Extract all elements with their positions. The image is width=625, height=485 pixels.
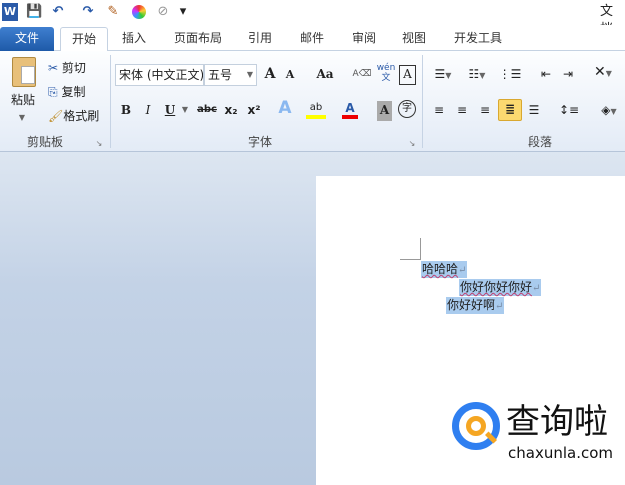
brush-icon: 🖌 (48, 109, 64, 123)
tab-view[interactable]: 视图 (394, 27, 434, 51)
tab-review[interactable]: 审阅 (344, 27, 384, 51)
character-border-button[interactable]: A (399, 65, 416, 85)
watermark-url: chaxunla.com (508, 444, 613, 462)
highlight-button[interactable]: ab (306, 99, 326, 119)
draw-icon[interactable]: ✎ (103, 3, 123, 21)
ribbon-tabs: 文件 开始 插入 页面布局 引用 邮件 审阅 视图 开发工具 (0, 25, 625, 52)
tab-references[interactable]: 引用 (240, 27, 280, 51)
margin-corner-mark (420, 238, 421, 260)
shading-button[interactable]: ◈▼ (596, 101, 622, 121)
eraser-icon[interactable]: ⊘ (155, 3, 171, 21)
customize-qat-icon[interactable]: ▾ (178, 3, 188, 21)
document-page[interactable]: 哈哈哈↵ 你好你好你好↵ 你好好啊↵ 查询啦 chaxunla.com (316, 176, 625, 485)
text-line[interactable]: 哈哈哈↵ (421, 261, 468, 278)
copy-label: 复制 (61, 85, 86, 99)
save-icon[interactable]: 💾 (26, 3, 42, 21)
bullets-button[interactable]: ☰▼ (430, 65, 456, 85)
group-label-font: 字体 (247, 135, 272, 149)
italic-button[interactable]: I (140, 101, 156, 121)
line-text: 你好你好你好 (460, 280, 533, 294)
pinyin-label: wén (376, 63, 396, 73)
tab-file[interactable]: 文件 (0, 27, 54, 51)
group-divider (110, 55, 111, 148)
tab-mailings[interactable]: 邮件 (292, 27, 332, 51)
change-case-button[interactable]: Aa (313, 65, 337, 85)
group-label-clipboard: 剪贴板 (26, 135, 63, 149)
pinyin-guide-button[interactable]: wén 文 (376, 63, 396, 83)
quick-access-toolbar: W 💾 ↶ ↷ ✎ ⊘ ▾ 文档 (0, 0, 625, 37)
line-spacing-button[interactable]: ↕≡ (556, 101, 582, 121)
font-name-value: 宋体 (中文正文) (119, 68, 204, 82)
align-right-button[interactable]: ≡ (476, 101, 494, 121)
line-text: 哈哈哈 (422, 262, 459, 276)
color-wheel-icon[interactable] (132, 5, 146, 19)
multilevel-list-button[interactable]: ⋮☰ (497, 65, 523, 85)
numbering-button[interactable]: ☷▼ (464, 65, 490, 85)
text-line[interactable]: 你好你好你好↵ (459, 279, 542, 296)
enclose-characters-button[interactable]: 字 (398, 100, 416, 118)
margin-corner-mark (400, 259, 421, 260)
tab-page-layout[interactable]: 页面布局 (166, 27, 230, 51)
watermark-logo-icon (452, 402, 500, 450)
decrease-indent-button[interactable]: ⇤ (537, 65, 555, 85)
font-size-value: 五号 (208, 68, 233, 82)
word-logo-icon[interactable]: W (2, 3, 18, 21)
chinese-layout-button[interactable]: ✕▼ (590, 63, 616, 83)
paste-button[interactable]: 粘贴 (8, 91, 38, 111)
align-center-button[interactable]: ≡ (453, 101, 471, 121)
distributed-button[interactable]: ☰ (525, 101, 543, 121)
tab-insert[interactable]: 插入 (112, 27, 156, 51)
scissors-icon: ✂ (48, 61, 59, 75)
text-effects-button[interactable]: A (276, 99, 294, 119)
underline-dropdown-icon[interactable]: ▼ (180, 101, 190, 121)
underline-button[interactable]: U (162, 101, 178, 121)
redo-icon[interactable]: ↷ (80, 3, 96, 21)
copy-icon: ⎘ (48, 85, 58, 99)
copy-button[interactable]: ⎘ 复制 (48, 83, 92, 103)
ribbon-home: 粘贴 ▼ ✂ 剪切 ⎘ 复制 🖌格式刷 剪贴板 ↘ 宋体 (中文正文) 五号 ▼ … (0, 51, 625, 152)
paste-dropdown-icon[interactable]: ▼ (16, 109, 28, 129)
text-line[interactable]: 你好好啊↵ (446, 297, 505, 314)
subscript-button[interactable]: x₂ (222, 101, 240, 121)
align-left-button[interactable]: ≡ (430, 101, 448, 121)
group-label-paragraph: 段落 (527, 135, 552, 149)
tab-home[interactable]: 开始 (60, 27, 108, 52)
shrink-font-button[interactable]: A (283, 66, 297, 86)
paste-icon[interactable] (12, 57, 36, 87)
format-painter-button[interactable]: 🖌格式刷 (48, 107, 106, 127)
bold-button[interactable]: B (118, 101, 134, 121)
format-painter-label: 格式刷 (63, 109, 100, 123)
window-title: 文档 (600, 4, 614, 37)
cut-label: 剪切 (61, 61, 86, 75)
cut-button[interactable]: ✂ 剪切 (48, 59, 92, 79)
font-size-combo[interactable]: 五号 ▼ (204, 64, 257, 86)
clear-format-button[interactable]: A⌫ (352, 65, 372, 85)
increase-indent-button[interactable]: ⇥ (559, 65, 577, 85)
undo-icon[interactable]: ↶ (48, 3, 68, 21)
group-divider (422, 55, 423, 148)
justify-button[interactable]: ≣ (498, 99, 522, 121)
font-color-button[interactable]: A (342, 99, 358, 119)
strikethrough-button[interactable]: abc (196, 101, 218, 121)
font-name-combo[interactable]: 宋体 (中文正文) (115, 64, 204, 86)
line-text: 你好好啊 (447, 298, 496, 312)
superscript-button[interactable]: x² (245, 101, 263, 121)
watermark-name: 查询啦 (506, 402, 608, 442)
grow-font-button[interactable]: A (261, 65, 279, 85)
tab-developer[interactable]: 开发工具 (446, 27, 510, 51)
character-shading-button[interactable]: A (377, 101, 392, 121)
